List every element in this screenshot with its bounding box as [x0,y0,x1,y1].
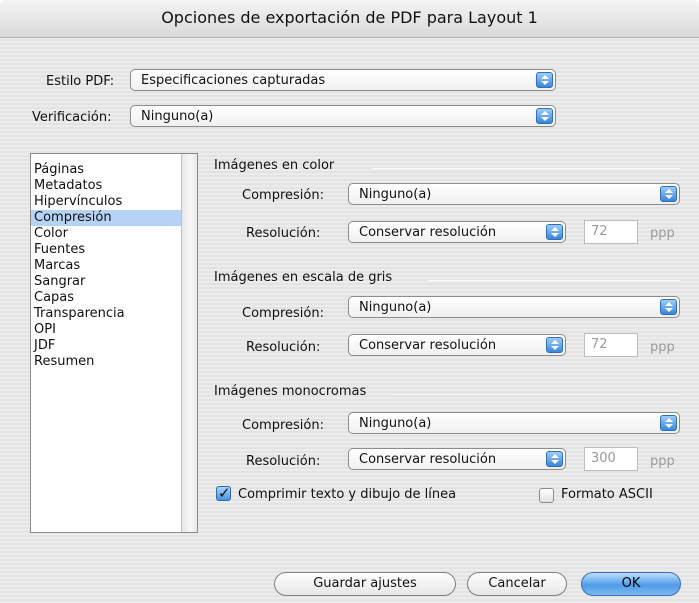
sidebar-item-10[interactable]: OPI [31,322,181,338]
pdf-export-dialog: Opciones de exportación de PDF para Layo… [0,0,699,603]
compression-value-color: Ninguno(a) [359,187,432,202]
section-title-mono: Imágenes monocromas [214,384,367,399]
compression-label-color: Compresión: [242,188,324,203]
section-title-color: Imágenes en color [214,158,335,173]
category-list[interactable]: Páginas Metadatos Hipervínculos Compresión C… [30,153,198,533]
resolution-label-mono: Resolución: [246,454,321,469]
section-divider [372,168,680,169]
popup-arrows-icon [660,186,677,202]
resolution-popup-color[interactable]: Conservar resolución [348,221,566,243]
sidebar-item-11[interactable]: JDF [31,338,181,354]
resolution-value-mono: Conservar resolución [359,452,497,467]
resolution-popup-gray[interactable]: Conservar resolución [348,334,566,356]
sidebar-item-2[interactable]: Hipervínculos [31,194,181,210]
compress-text-label: Comprimir texto y dibujo de línea [238,487,457,502]
popup-arrows-icon [660,415,677,431]
title-bar[interactable]: Opciones de exportación de PDF para Layo… [0,0,699,38]
popup-arrows-icon [546,337,563,353]
resolution-value-color: Conservar resolución [359,225,497,240]
ascii-label: Formato ASCII [561,487,653,502]
section-divider [392,394,680,395]
cancel-button[interactable]: Cancelar [467,572,567,596]
compress-text-checkbox[interactable] [216,484,231,502]
resolution-label-color: Resolución: [246,226,321,241]
estilo-pdf-value: Especificaciones capturadas [141,73,326,88]
resolution-value-gray: Conservar resolución [359,338,497,353]
compression-popup-mono[interactable]: Ninguno(a) [348,412,680,434]
resolution-popup-mono[interactable]: Conservar resolución [348,448,566,470]
ppp-unit-gray: ppp [650,340,675,355]
section-divider [428,280,680,281]
sidebar-item-5[interactable]: Fuentes [31,242,181,258]
save-settings-button[interactable]: Guardar ajustes [274,572,456,596]
ascii-checkbox[interactable] [539,488,554,503]
compression-value-gray: Ninguno(a) [359,300,432,315]
ok-button[interactable]: OK [581,572,681,596]
popup-arrows-icon [536,108,553,124]
sidebar-item-4[interactable]: Color [31,226,181,242]
compression-popup-gray[interactable]: Ninguno(a) [348,296,680,318]
ppp-unit-color: ppp [650,226,675,241]
section-title-gray: Imágenes en escala de gris [214,270,393,285]
estilo-pdf-label: Estilo PDF: [46,74,115,89]
verificacion-popup[interactable]: Ninguno(a) [130,105,556,127]
sidebar-item-12[interactable]: Resumen [31,354,181,370]
compression-label-mono: Compresión: [242,418,324,433]
ppp-field-color[interactable]: 72 [584,220,638,244]
resolution-label-gray: Resolución: [246,340,321,355]
popup-arrows-icon [536,72,553,88]
sidebar-item-8[interactable]: Capas [31,290,181,306]
compression-popup-color[interactable]: Ninguno(a) [348,183,680,205]
estilo-pdf-popup[interactable]: Especificaciones capturadas [130,69,556,91]
category-scrollbar[interactable] [181,154,197,532]
sidebar-item-1[interactable]: Metadatos [31,178,181,194]
sidebar-item-3[interactable]: Compresión [31,210,181,226]
sidebar-item-6[interactable]: Marcas [31,258,181,274]
popup-arrows-icon [546,224,563,240]
verificacion-value: Ninguno(a) [141,109,214,124]
ppp-field-gray[interactable]: 72 [584,333,638,357]
compression-value-mono: Ninguno(a) [359,416,432,431]
popup-arrows-icon [660,299,677,315]
ppp-unit-mono: ppp [650,454,675,469]
dialog-title: Opciones de exportación de PDF para Layo… [161,8,538,27]
popup-arrows-icon [546,451,563,467]
sidebar-item-7[interactable]: Sangrar [31,274,181,290]
sidebar-item-9[interactable]: Transparencia [31,306,181,322]
ppp-field-mono[interactable]: 300 [584,447,638,471]
verificacion-label: Verificación: [32,110,112,125]
compression-label-gray: Compresión: [242,306,324,321]
sidebar-item-0[interactable]: Páginas [31,162,181,178]
